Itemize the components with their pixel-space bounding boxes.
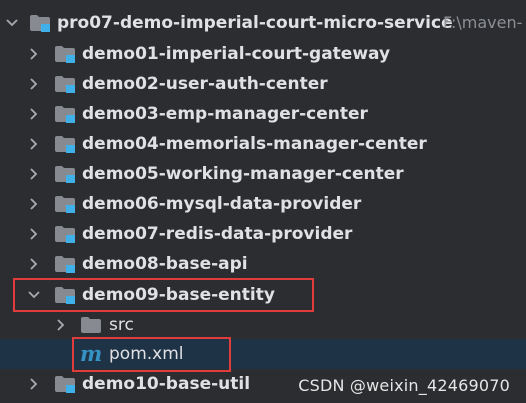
chevron-right-icon[interactable] [26,249,42,279]
src-folder-label: src [109,315,134,335]
chevron-down-icon[interactable] [4,8,20,38]
module-folder-icon [55,136,75,153]
module-folder-icon [55,226,75,243]
folder-icon [81,317,101,333]
project-root-path: F:\maven- [443,13,523,32]
tree-row-module[interactable]: demo05-working-manager-center [0,159,526,189]
chevron-right-icon[interactable] [53,310,69,340]
chevron-right-icon[interactable] [26,369,42,399]
module-folder-icon [55,46,75,63]
module-label: demo08-base-api [82,254,248,274]
module-label: demo10-base-util [82,374,251,394]
tree-row-module[interactable]: demo01-imperial-court-gateway [0,39,526,69]
highlight-box-module [13,278,314,312]
tree-row-root[interactable]: pro07-demo-imperial-court-micro-service … [0,8,526,38]
module-folder-icon [55,256,75,273]
tree-row-module[interactable]: demo08-base-api [0,249,526,279]
chevron-right-icon[interactable] [26,99,42,129]
module-label: demo02-user-auth-center [82,74,328,94]
tree-row-src[interactable]: src [0,310,526,340]
chevron-right-icon[interactable] [26,189,42,219]
project-tree: pro07-demo-imperial-court-micro-service … [0,0,526,403]
module-label: demo03-emp-manager-center [82,104,368,124]
module-folder-icon [55,106,75,123]
watermark-text: CSDN @weixin_42469070 [298,376,510,395]
tree-row-module[interactable]: demo04-memorials-manager-center [0,129,526,159]
chevron-right-icon[interactable] [26,159,42,189]
module-folder-icon [30,15,50,32]
highlight-box-pom [72,337,231,372]
chevron-right-icon[interactable] [26,129,42,159]
module-label: demo05-working-manager-center [82,164,404,184]
tree-row-module[interactable]: demo07-redis-data-provider [0,219,526,249]
module-label: demo04-memorials-manager-center [82,134,427,154]
tree-row-module[interactable]: demo02-user-auth-center [0,69,526,99]
project-root-label: pro07-demo-imperial-court-micro-service [57,13,453,33]
tree-row-module[interactable]: demo03-emp-manager-center [0,99,526,129]
module-label: demo06-mysql-data-provider [82,194,362,214]
tree-row-module[interactable]: demo06-mysql-data-provider [0,189,526,219]
module-folder-icon [55,196,75,213]
module-folder-icon [55,76,75,93]
module-folder-icon [55,166,75,183]
module-label: demo07-redis-data-provider [82,224,353,244]
chevron-right-icon[interactable] [26,39,42,69]
module-label: demo01-imperial-court-gateway [82,44,391,64]
module-folder-icon [55,376,75,393]
chevron-right-icon[interactable] [26,69,42,99]
chevron-right-icon[interactable] [26,219,42,249]
